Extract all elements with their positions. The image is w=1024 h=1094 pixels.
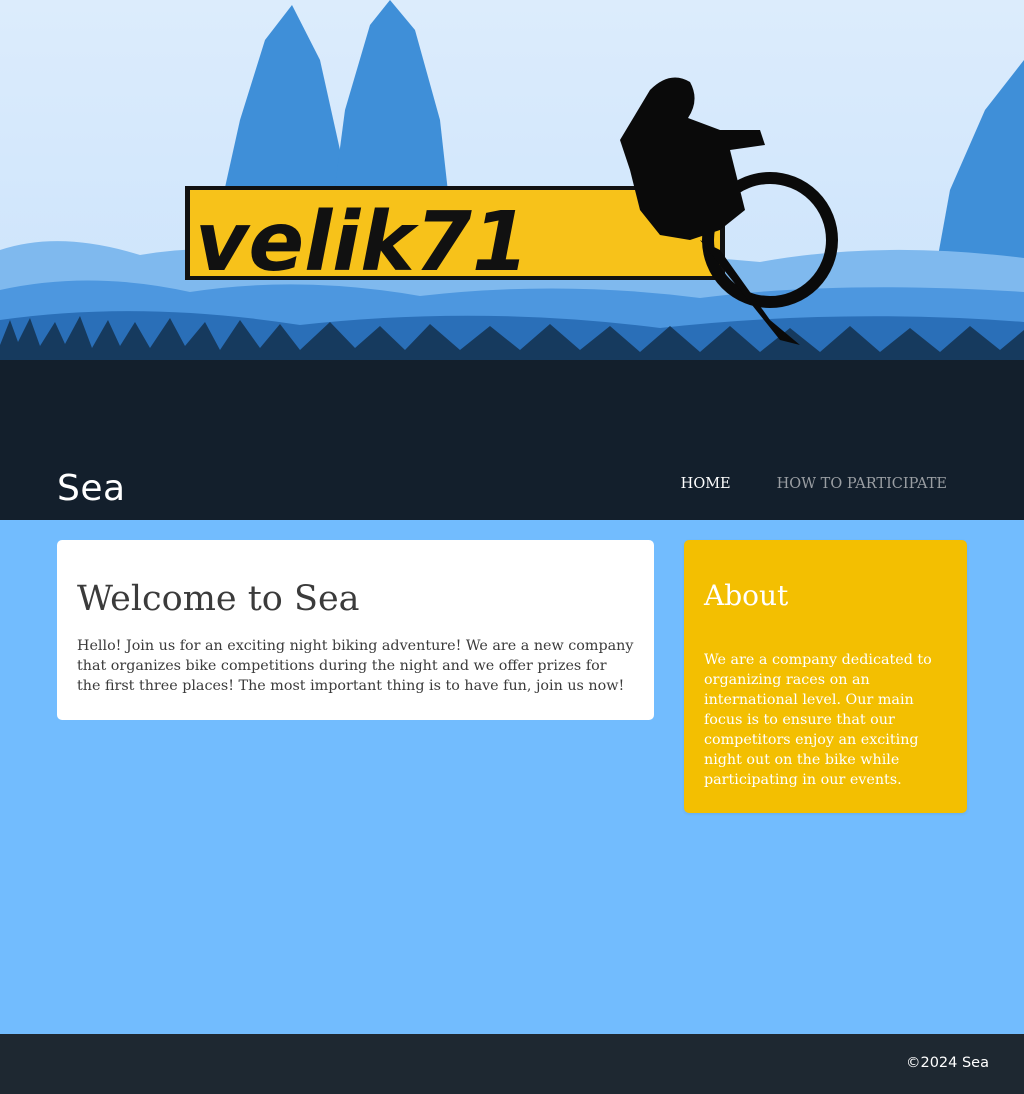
main-nav: HOME HOW TO PARTICIPATE [681, 476, 947, 492]
logo-text: velik71 [195, 195, 529, 290]
copyright-text: ©2024 Sea [905, 1055, 989, 1071]
site-title[interactable]: Sea [57, 468, 126, 509]
welcome-card: Welcome to Sea Hello! Join us for an exc… [57, 540, 654, 720]
about-title: About [704, 579, 789, 612]
welcome-title: Welcome to Sea [77, 579, 360, 619]
nav-home-link[interactable]: HOME [681, 476, 731, 492]
site-header: velik71 Sea HOME HOW TO PARTICIPATE [0, 0, 1024, 520]
about-text: We are a company dedicated to organizing… [704, 652, 932, 788]
header-banner-image: velik71 [0, 0, 1024, 400]
about-card: About We are a company dedicated to orga… [684, 540, 967, 813]
site-footer: ©2024 Sea [0, 1034, 1024, 1094]
welcome-text: Hello! Join us for an exciting night bik… [77, 638, 634, 694]
nav-how-to-participate-link[interactable]: HOW TO PARTICIPATE [777, 476, 947, 492]
